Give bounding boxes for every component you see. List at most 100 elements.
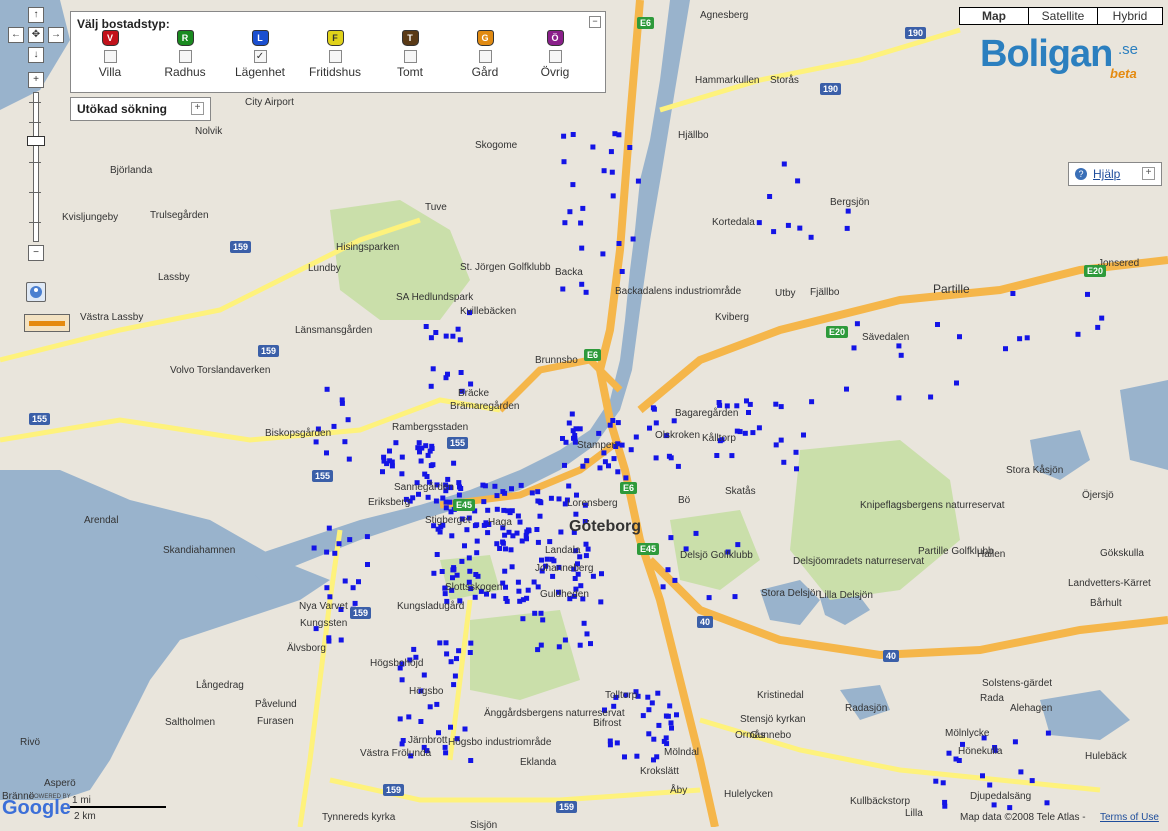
- listing-marker[interactable]: [562, 462, 567, 468]
- listing-marker[interactable]: [442, 744, 448, 750]
- listing-marker[interactable]: [448, 659, 454, 665]
- listing-marker[interactable]: [778, 404, 784, 410]
- listing-marker[interactable]: [459, 516, 465, 522]
- zoom-in-button[interactable]: +: [28, 72, 44, 88]
- listing-marker[interactable]: [582, 502, 588, 508]
- listing-marker[interactable]: [517, 519, 523, 525]
- listing-marker[interactable]: [575, 561, 580, 567]
- listing-marker[interactable]: [611, 703, 617, 709]
- listing-marker[interactable]: [558, 529, 564, 535]
- listing-marker[interactable]: [596, 430, 602, 436]
- listing-marker[interactable]: [462, 726, 468, 732]
- listing-marker[interactable]: [646, 707, 652, 713]
- listing-marker[interactable]: [1099, 315, 1105, 321]
- listing-marker[interactable]: [608, 149, 614, 155]
- listing-marker[interactable]: [573, 586, 579, 592]
- listing-marker[interactable]: [443, 750, 449, 756]
- listing-marker[interactable]: [583, 541, 589, 547]
- listing-marker[interactable]: [313, 626, 319, 632]
- listing-marker[interactable]: [987, 782, 993, 788]
- listing-marker[interactable]: [500, 539, 506, 545]
- listing-marker[interactable]: [425, 494, 431, 500]
- listing-marker[interactable]: [991, 802, 997, 808]
- listing-marker[interactable]: [630, 236, 636, 242]
- listing-marker[interactable]: [562, 501, 568, 507]
- listing-marker[interactable]: [535, 539, 541, 545]
- listing-marker[interactable]: [433, 330, 439, 335]
- listing-marker[interactable]: [327, 594, 333, 600]
- listing-marker[interactable]: [734, 428, 740, 434]
- listing-marker[interactable]: [583, 553, 589, 559]
- listing-marker[interactable]: [660, 584, 666, 590]
- listing-marker[interactable]: [664, 433, 670, 439]
- listing-marker[interactable]: [454, 572, 460, 578]
- listing-marker[interactable]: [443, 375, 449, 381]
- zoom-out-button[interactable]: −: [28, 245, 44, 261]
- listing-marker[interactable]: [844, 386, 849, 392]
- listing-marker[interactable]: [613, 444, 619, 449]
- listing-marker[interactable]: [525, 527, 531, 533]
- listing-marker[interactable]: [503, 584, 508, 590]
- listing-marker[interactable]: [550, 573, 556, 579]
- listing-marker[interactable]: [332, 550, 338, 556]
- listing-marker[interactable]: [744, 398, 749, 404]
- listing-marker[interactable]: [324, 450, 329, 456]
- listing-marker[interactable]: [665, 567, 671, 573]
- listing-marker[interactable]: [478, 588, 484, 594]
- help-expand-icon[interactable]: +: [1142, 167, 1155, 180]
- housing-type-checkbox[interactable]: [103, 50, 117, 63]
- listing-marker[interactable]: [418, 719, 424, 724]
- listing-marker[interactable]: [516, 588, 522, 594]
- listing-marker[interactable]: [575, 571, 581, 577]
- listing-marker[interactable]: [468, 758, 474, 763]
- listing-marker[interactable]: [590, 144, 596, 150]
- listing-marker[interactable]: [456, 492, 462, 498]
- map-type-hybrid-button[interactable]: Hybrid: [1097, 7, 1163, 25]
- listing-marker[interactable]: [615, 469, 621, 475]
- listing-marker[interactable]: [732, 594, 738, 600]
- listing-marker[interactable]: [403, 496, 409, 502]
- pan-center-button[interactable]: ✥: [28, 27, 44, 43]
- terms-of-use-link[interactable]: Terms of Use: [1100, 812, 1159, 823]
- listing-marker[interactable]: [667, 703, 673, 709]
- listing-marker[interactable]: [472, 594, 478, 600]
- listing-marker[interactable]: [933, 778, 939, 784]
- listing-marker[interactable]: [418, 458, 424, 464]
- listing-marker[interactable]: [407, 657, 413, 663]
- listing-marker[interactable]: [1029, 778, 1035, 784]
- housing-type-2[interactable]: L ✓ Lägenhet: [225, 30, 295, 79]
- listing-marker[interactable]: [500, 525, 506, 531]
- listing-marker[interactable]: [742, 430, 748, 436]
- listing-marker[interactable]: [450, 333, 456, 339]
- map-canvas[interactable]: [0, 0, 1168, 827]
- listing-marker[interactable]: [439, 569, 445, 574]
- listing-marker[interactable]: [607, 422, 613, 428]
- listing-marker[interactable]: [1075, 331, 1081, 337]
- listing-marker[interactable]: [1018, 769, 1024, 775]
- listing-marker[interactable]: [562, 637, 568, 643]
- listing-marker[interactable]: [531, 579, 537, 585]
- listing-marker[interactable]: [668, 720, 674, 726]
- listing-marker[interactable]: [503, 546, 508, 552]
- listing-marker[interactable]: [570, 182, 576, 188]
- listing-marker[interactable]: [569, 411, 575, 417]
- listing-marker[interactable]: [444, 651, 450, 657]
- listing-marker[interactable]: [756, 220, 762, 226]
- listing-marker[interactable]: [563, 439, 569, 445]
- listing-marker[interactable]: [430, 462, 436, 468]
- listing-marker[interactable]: [756, 425, 762, 431]
- listing-marker[interactable]: [429, 443, 435, 449]
- listing-marker[interactable]: [854, 321, 860, 327]
- listing-marker[interactable]: [671, 418, 677, 424]
- listing-marker[interactable]: [518, 482, 524, 488]
- listing-marker[interactable]: [653, 455, 659, 461]
- listing-marker[interactable]: [960, 741, 965, 747]
- listing-marker[interactable]: [706, 595, 712, 601]
- listing-marker[interactable]: [606, 463, 611, 469]
- listing-marker[interactable]: [1085, 291, 1090, 297]
- listing-marker[interactable]: [561, 133, 567, 139]
- listing-marker[interactable]: [413, 654, 419, 660]
- listing-marker[interactable]: [556, 496, 562, 502]
- listing-marker[interactable]: [773, 401, 779, 407]
- listing-marker[interactable]: [633, 434, 639, 440]
